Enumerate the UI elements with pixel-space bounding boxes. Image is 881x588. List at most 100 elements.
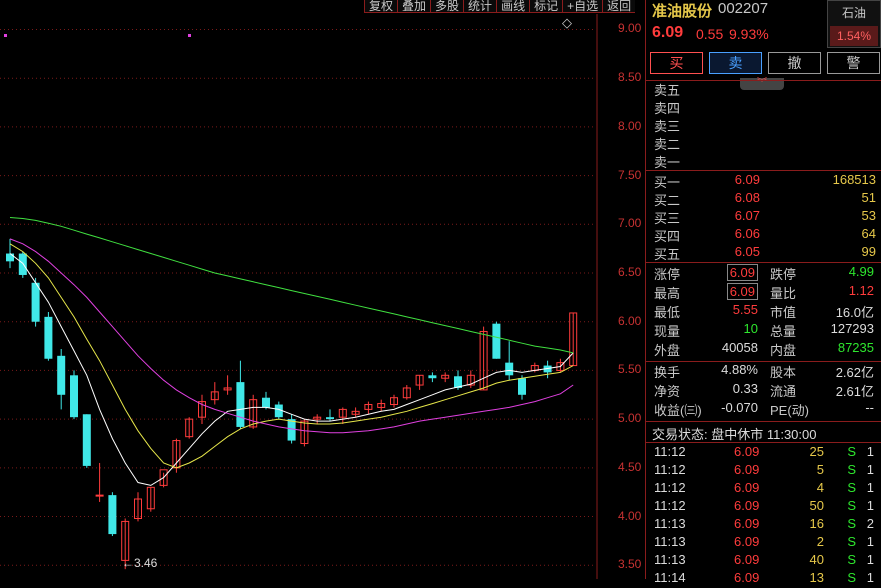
stat-row: 现量 10 总量 127293 xyxy=(646,321,881,340)
chart-svg[interactable] xyxy=(0,0,645,579)
bid-label: 买四 xyxy=(654,229,681,244)
bid-row[interactable]: 买五 6.05 99 xyxy=(646,244,881,262)
price-change-pct: 9.93% xyxy=(729,26,769,42)
signal-marker xyxy=(4,34,7,37)
bid-label: 买一 xyxy=(654,175,681,190)
tick-price: 6.09 xyxy=(734,444,760,459)
toolbar-overlay-button[interactable]: 叠加 xyxy=(397,0,431,13)
tick-price: 6.09 xyxy=(734,516,760,531)
stat-label: 换手 xyxy=(654,365,681,380)
sell-button[interactable]: 卖 xyxy=(709,52,762,74)
ask-row[interactable]: 卖一 xyxy=(646,152,881,170)
tick-price: 6.09 xyxy=(734,480,760,495)
stat-label: 净资 xyxy=(654,384,681,399)
bid-row[interactable]: 买三 6.07 53 xyxy=(646,208,881,226)
y-tick-label: 7.50 xyxy=(618,167,642,182)
moving-average-line xyxy=(9,253,574,486)
diamond-icon[interactable]: ◇ xyxy=(562,15,572,31)
cancel-order-button[interactable]: 撤 xyxy=(768,52,821,74)
tick-count: 1 xyxy=(866,444,874,459)
toolbar-mark-button[interactable]: 标记 xyxy=(529,0,563,13)
buy-button[interactable]: 买 xyxy=(650,52,703,74)
tick-time: 11:14 xyxy=(654,570,686,585)
tick-time: 11:12 xyxy=(654,462,686,477)
stat-row: 最低 5.55 市值 16.0亿 xyxy=(646,302,881,321)
quote-panel: 准油股份 002207 6.09 0.55 9.93% 石油 1.54% 买 卖… xyxy=(645,0,881,585)
stock-name: 准油股份 xyxy=(652,3,713,20)
stat-label: 总量 xyxy=(770,324,797,339)
ask-label: 卖二 xyxy=(654,137,681,152)
bid-price: 6.09 xyxy=(734,172,760,187)
stat-row: 收益(㈢) -0.070 PE(动) -- xyxy=(646,400,881,419)
stat-value: 4.88% xyxy=(721,362,758,377)
tick-row[interactable]: 11:12 6.09 5 S 1 xyxy=(646,462,881,480)
toolbar-draw-line-button[interactable]: 画线 xyxy=(496,0,530,13)
tick-volume: 25 xyxy=(809,444,824,459)
separator xyxy=(646,442,881,443)
bid-price: 6.05 xyxy=(734,244,760,259)
toolbar-back-button[interactable]: 返回 xyxy=(602,0,636,13)
stat-value: 5.55 xyxy=(732,302,758,317)
tick-count: 2 xyxy=(866,516,874,531)
tick-volume: 13 xyxy=(809,570,824,585)
ask-row[interactable]: 卖四 xyxy=(646,98,881,116)
trading-status: 交易状态: 盘中休市 11:30:00 xyxy=(652,427,817,442)
stat-value: 2.61亿 xyxy=(835,384,874,399)
tick-row[interactable]: 11:13 6.09 40 S 1 xyxy=(646,552,881,570)
tick-count: 1 xyxy=(866,498,874,513)
tick-time: 11:13 xyxy=(654,534,686,549)
candle-body xyxy=(287,419,296,441)
tick-count: 1 xyxy=(866,462,874,477)
stat-label: 内盘 xyxy=(770,343,797,358)
tick-row[interactable]: 11:12 6.09 25 S 1 xyxy=(646,444,881,462)
separator xyxy=(646,170,881,171)
toolbar-restore-button[interactable]: 复权 xyxy=(364,0,398,13)
ask-row[interactable]: 卖二 xyxy=(646,134,881,152)
tick-volume: 5 xyxy=(816,462,824,477)
tick-row[interactable]: 11:13 6.09 16 S 2 xyxy=(646,516,881,534)
tick-row[interactable]: 11:12 6.09 4 S 1 xyxy=(646,480,881,498)
tick-side: S xyxy=(847,534,856,549)
bid-row[interactable]: 买一 6.09 168513 xyxy=(646,172,881,190)
tick-row[interactable]: 11:14 6.09 13 S 1 xyxy=(646,570,881,588)
candle-body xyxy=(262,397,270,408)
stat-label: 最高 xyxy=(654,286,681,301)
sector-badge[interactable]: 石油 1.54% xyxy=(827,0,881,48)
stat-value: -- xyxy=(865,400,874,415)
y-tick-label: 8.00 xyxy=(618,118,642,133)
stat-row: 净资 0.33 流通 2.61亿 xyxy=(646,381,881,400)
tick-side: S xyxy=(847,570,856,585)
stat-value: 16.0亿 xyxy=(835,305,874,320)
candlestick-chart[interactable]: 复权 叠加 多股 统计 画线 标记 +自选 返回 ◇ ←3.46 9.00 8.5… xyxy=(0,0,645,579)
candle-body xyxy=(82,414,91,466)
tick-side: S xyxy=(847,498,856,513)
ask-row[interactable]: 卖三 xyxy=(646,116,881,134)
tick-count: 1 xyxy=(866,552,874,567)
price-change: 0.55 xyxy=(696,26,724,42)
toolbar-stats-button[interactable]: 统计 xyxy=(463,0,497,13)
tick-row[interactable]: 11:13 6.09 2 S 1 xyxy=(646,534,881,552)
bid-price: 6.07 xyxy=(734,208,760,223)
ask-label: 卖一 xyxy=(654,155,681,170)
toolbar-add-watchlist-button[interactable]: +自选 xyxy=(562,0,603,13)
stat-value: 10 xyxy=(743,321,758,336)
separator xyxy=(646,421,881,422)
tick-row[interactable]: 11:12 6.09 50 S 1 xyxy=(646,498,881,516)
y-tick-label: 9.00 xyxy=(618,21,642,36)
bid-volume: 168513 xyxy=(832,172,876,187)
tick-time: 11:12 xyxy=(654,444,686,459)
alert-button[interactable]: 警 xyxy=(827,52,880,74)
bid-row[interactable]: 买四 6.06 64 xyxy=(646,226,881,244)
candle-body xyxy=(57,355,66,395)
candle-body xyxy=(95,494,104,497)
stock-code: 002207 xyxy=(718,0,769,17)
toolbar-multi-stock-button[interactable]: 多股 xyxy=(430,0,464,13)
ask-row[interactable]: 卖五 xyxy=(646,80,881,98)
tick-side: S xyxy=(847,552,856,567)
stat-label: 涨停 xyxy=(654,267,681,282)
tick-volume: 50 xyxy=(809,498,824,513)
stat-value: 4.99 xyxy=(848,264,874,279)
bid-row[interactable]: 买二 6.08 51 xyxy=(646,190,881,208)
tick-count: 1 xyxy=(866,480,874,495)
tick-time: 11:13 xyxy=(654,552,686,567)
